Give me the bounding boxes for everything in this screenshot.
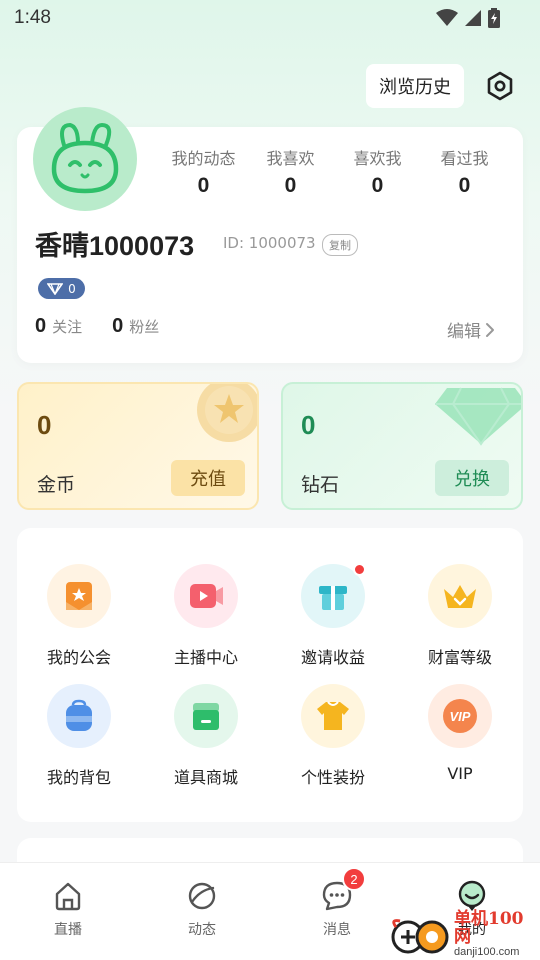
copy-id-button[interactable]: 复制 — [322, 234, 358, 256]
service-wealth-level[interactable]: 财富等级 — [405, 564, 515, 668]
stat-likes-me[interactable]: 喜欢我 0 — [334, 145, 421, 198]
stat-label: 我的动态 — [171, 149, 236, 168]
stat-i-like[interactable]: 我喜欢 0 — [247, 145, 334, 198]
service-label: 主播中心 — [173, 648, 238, 667]
following-label: 关注 — [52, 318, 83, 336]
edit-profile-button[interactable]: 编辑 — [447, 317, 495, 342]
stat-value: 0 — [371, 174, 384, 197]
svg-text:VIP: VIP — [450, 709, 471, 724]
diamond-value: 0 — [301, 410, 316, 440]
avatar[interactable] — [33, 107, 137, 211]
fans-count: 0 — [112, 315, 124, 337]
service-personal-dressup[interactable]: 个性装扮 — [278, 684, 388, 788]
stat-value: 0 — [458, 174, 471, 197]
gear-icon — [487, 71, 513, 101]
watermark-logo-icon — [388, 915, 450, 955]
stat-my-posts[interactable]: 我的动态 0 — [160, 145, 247, 198]
service-vip[interactable]: VIP VIP — [405, 684, 515, 783]
status-time: 1:48 — [14, 7, 51, 28]
wifi-icon — [436, 9, 458, 26]
coin-icon — [197, 384, 257, 442]
service-label: VIP — [447, 764, 473, 783]
fans-label: 粉丝 — [129, 318, 160, 336]
level-badge: 0 — [38, 278, 85, 299]
planet-icon — [185, 879, 219, 913]
message-count-badge: 2 — [342, 867, 366, 891]
gift-icon — [301, 563, 366, 628]
stat-label: 我喜欢 — [266, 149, 315, 168]
guild-icon — [47, 564, 111, 628]
browse-history-button[interactable]: 浏览历史 — [366, 64, 464, 108]
gold-coin-value: 0 — [37, 410, 52, 440]
chat-bubble-icon: 2 — [320, 867, 366, 913]
diamond-level-icon — [47, 282, 64, 295]
exchange-button[interactable]: 兑换 — [435, 460, 509, 496]
shirt-icon — [301, 684, 365, 748]
service-label: 我的背包 — [46, 768, 111, 787]
signal-icon — [465, 10, 481, 26]
watermark-brand: 单机100网 — [454, 909, 524, 948]
service-anchor-center[interactable]: 主播中心 — [151, 564, 261, 668]
follow-row: 0 关注 0 粉丝 — [35, 315, 159, 338]
status-icons — [436, 8, 500, 28]
nickname: 香晴1000073 — [35, 231, 195, 261]
smile-face-icon — [455, 879, 489, 913]
browse-history-label: 浏览历史 — [379, 77, 451, 98]
battery-icon — [488, 8, 500, 28]
following-item[interactable]: 0 关注 — [35, 315, 82, 338]
level-value: 0 — [68, 281, 76, 296]
diamond-card[interactable]: 0 钻石 兑换 — [281, 382, 523, 510]
nav-label: 动态 — [188, 922, 216, 938]
watermark-url: danji100.com — [454, 946, 520, 959]
nav-moments[interactable]: 动态 — [162, 879, 242, 939]
video-icon — [174, 564, 238, 628]
chevron-right-icon — [486, 322, 494, 337]
stat-value: 0 — [284, 174, 297, 197]
nav-label: 消息 — [323, 922, 351, 938]
service-label: 邀请收益 — [300, 648, 365, 667]
edit-label: 编辑 — [447, 322, 481, 342]
stat-visitors[interactable]: 看过我 0 — [421, 145, 508, 198]
service-label: 个性装扮 — [300, 768, 365, 787]
service-label: 道具商城 — [173, 768, 238, 787]
vip-icon: VIP — [428, 684, 492, 748]
nav-live[interactable]: 直播 — [28, 879, 108, 939]
services-card: 我的公会 主播中心 邀请收益 财富等级 我的背包 道具商城 个性装扮 VIP V… — [17, 528, 523, 822]
crown-icon — [428, 564, 492, 628]
fans-item[interactable]: 0 粉丝 — [112, 315, 159, 338]
backpack-icon — [47, 684, 111, 748]
notification-dot — [353, 563, 366, 576]
profile-stats: 我的动态 0 我喜欢 0 喜欢我 0 看过我 0 — [160, 145, 508, 198]
service-label: 财富等级 — [427, 648, 492, 667]
following-count: 0 — [35, 315, 47, 337]
diamond-icon — [435, 387, 521, 446]
watermark: 单机100网 danji100.com — [388, 910, 540, 960]
gold-coin-label: 金币 — [37, 474, 76, 496]
recharge-button[interactable]: 充值 — [171, 460, 245, 496]
bunny-avatar-icon — [51, 122, 119, 194]
status-bar: 1:48 — [0, 0, 540, 38]
diamond-label: 钻石 — [301, 474, 340, 496]
user-id: ID: 1000073 — [223, 234, 316, 252]
service-invite-earnings[interactable]: 邀请收益 — [278, 563, 388, 668]
shop-icon — [174, 684, 238, 748]
gold-coin-card[interactable]: 0 金币 充值 — [17, 382, 259, 510]
home-icon — [51, 879, 85, 913]
service-prop-mall[interactable]: 道具商城 — [151, 684, 261, 788]
service-my-backpack[interactable]: 我的背包 — [24, 684, 134, 788]
service-my-guild[interactable]: 我的公会 — [24, 564, 134, 668]
nav-messages[interactable]: 2 消息 — [297, 867, 377, 939]
service-label: 我的公会 — [46, 648, 111, 667]
nav-label: 直播 — [54, 922, 82, 938]
stat-label: 看过我 — [440, 149, 489, 168]
settings-button[interactable] — [482, 68, 518, 104]
stat-value: 0 — [197, 174, 210, 197]
stat-label: 喜欢我 — [353, 149, 402, 168]
